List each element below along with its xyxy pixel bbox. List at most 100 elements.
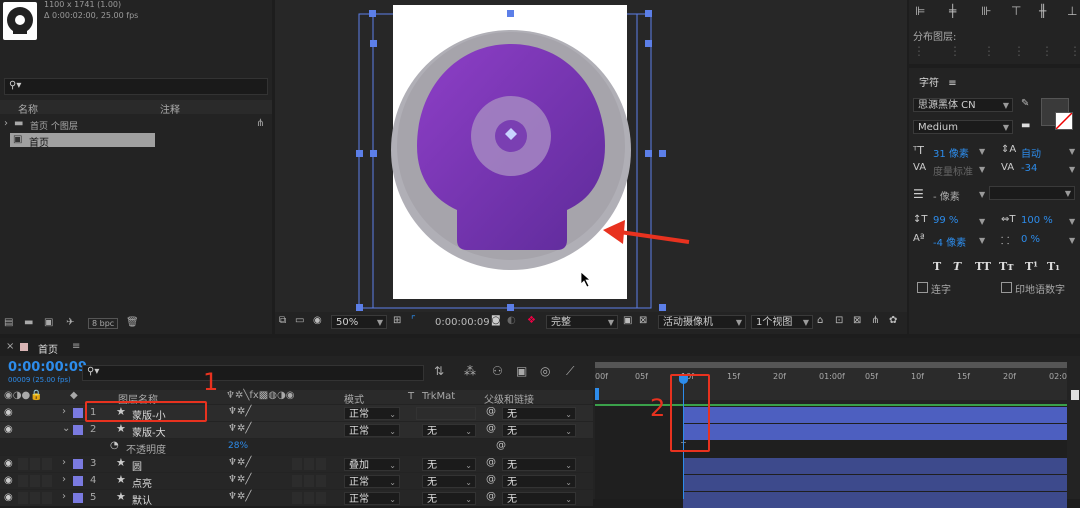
layer-row[interactable]: ◉ › 3 ★ 圆 ♆✲╱ 叠加 ⌄ 无 ⌄ @ 无 ⌄: [0, 456, 593, 473]
settings-icon[interactable]: ✿: [889, 315, 897, 326]
label-color-swatch[interactable]: [73, 425, 83, 435]
layer-duration-bar[interactable]: [683, 458, 1067, 474]
pickwhip-icon[interactable]: @: [486, 406, 496, 417]
channel-icon[interactable]: ❖: [527, 315, 536, 326]
audio-toggle[interactable]: [18, 424, 28, 436]
audio-toggle[interactable]: [18, 407, 28, 419]
timeline-end-icon[interactable]: [1071, 390, 1079, 400]
graph-editor-icon[interactable]: ⟋: [566, 364, 574, 379]
col-name-header[interactable]: 名称: [18, 101, 38, 116]
font-family-select[interactable]: 思源黑体 CN ▼: [913, 98, 1013, 112]
quality-select[interactable]: 完整 ▼: [546, 315, 618, 329]
solo-toggle[interactable]: [30, 458, 40, 470]
blend-mode-select[interactable]: 正常 ⌄: [344, 424, 400, 437]
audio-toggle[interactable]: [18, 475, 28, 487]
audio-toggle[interactable]: [18, 492, 28, 504]
align-top-icon[interactable]: ⊤: [1011, 4, 1021, 18]
horizontal-scale-value[interactable]: 100 %: [1021, 215, 1053, 226]
work-area-bar[interactable]: [595, 362, 1067, 368]
frame-blending-icon[interactable]: ▣: [516, 364, 527, 378]
layer-duration-bar[interactable]: [683, 424, 1067, 440]
hindi-digits-checkbox[interactable]: [1001, 282, 1012, 293]
layer-name[interactable]: 蒙版-大: [132, 424, 166, 439]
draft-3d-icon[interactable]: ⊠: [853, 315, 861, 326]
fast-preview-icon[interactable]: ⊠: [639, 315, 647, 326]
always-preview-icon[interactable]: ⧉: [279, 315, 286, 326]
switch-cell[interactable]: [304, 424, 314, 436]
trkmat-select[interactable]: [416, 407, 476, 420]
layer-name[interactable]: 圆: [132, 458, 142, 473]
new-comp-icon[interactable]: ▣: [44, 317, 53, 328]
lock-toggle[interactable]: [42, 492, 52, 504]
blend-mode-select[interactable]: 叠加 ⌄: [344, 458, 400, 471]
switch-cell[interactable]: [292, 458, 302, 470]
layer-row[interactable]: ◉ › 5 ★ 默认 ♆✲╱ 正常 ⌄ 无 ⌄ @ 无 ⌄: [0, 490, 593, 507]
spiral-icon[interactable]: @: [496, 440, 506, 451]
layer-duration-bar[interactable]: [683, 475, 1067, 491]
menu-icon[interactable]: ≡: [948, 78, 956, 89]
zoom-select[interactable]: 50% ▼: [331, 315, 387, 329]
mask-view-icon[interactable]: ◉: [313, 315, 322, 326]
switch-cell[interactable]: [316, 492, 326, 504]
align-left-icon[interactable]: ⊫: [915, 4, 925, 18]
monitor-icon[interactable]: ▭: [295, 315, 304, 326]
pickwhip-icon[interactable]: @: [486, 474, 496, 485]
work-area-start-icon[interactable]: [595, 388, 599, 400]
layer-name[interactable]: 默认: [132, 492, 152, 507]
lock-toggle[interactable]: [42, 475, 52, 487]
distribute-icon[interactable]: ⋮: [1013, 44, 1025, 58]
project-folder-row[interactable]: › ▬ 首页 个图层: [0, 118, 262, 132]
ligatures-checkbox[interactable]: [917, 282, 928, 293]
transparency-grid-icon[interactable]: ▣: [623, 315, 632, 326]
faux-bold-button[interactable]: T: [933, 260, 941, 273]
project-search-input[interactable]: ⚲▾: [4, 78, 268, 95]
font-style-select[interactable]: Medium ▼: [913, 120, 1013, 134]
align-right-icon[interactable]: ⊪: [981, 4, 991, 18]
chevron-down-icon[interactable]: ▼: [1069, 147, 1075, 156]
layer-duration-bar[interactable]: [683, 492, 1067, 508]
interpret-footage-icon[interactable]: ▤: [4, 317, 13, 328]
timeline-search-input[interactable]: ⚲▾: [82, 365, 424, 381]
close-icon[interactable]: ×: [6, 341, 14, 352]
switch-cell[interactable]: [316, 424, 326, 436]
trkmat-select[interactable]: 无 ⌄: [422, 458, 476, 471]
flowchart-icon[interactable]: ⋔: [871, 315, 879, 326]
chevron-down-icon[interactable]: ▼: [1069, 165, 1075, 174]
chevron-down-icon[interactable]: ▼: [1069, 217, 1075, 226]
distribute-icon[interactable]: ⋮: [949, 44, 961, 58]
opacity-value[interactable]: 28%: [228, 441, 248, 451]
chevron-down-icon[interactable]: ▼: [979, 236, 985, 245]
baseline-shift-value[interactable]: -4 像素: [933, 234, 966, 249]
chevron-right-icon[interactable]: ›: [62, 474, 66, 485]
chevron-right-icon[interactable]: ›: [62, 457, 66, 468]
align-hcenter-icon[interactable]: ╪: [949, 4, 956, 18]
switches-icon[interactable]: ♆✲╱: [228, 491, 251, 502]
pickwhip-icon[interactable]: @: [486, 491, 496, 502]
switch-cell[interactable]: [304, 475, 314, 487]
col-comment-header[interactable]: 注释: [160, 101, 180, 116]
switch-cell[interactable]: [316, 458, 326, 470]
align-bottom-icon[interactable]: ⊥: [1067, 4, 1077, 18]
parent-select[interactable]: 无 ⌄: [502, 458, 576, 471]
eye-icon[interactable]: ◉: [4, 407, 13, 418]
chevron-right-icon[interactable]: ›: [62, 491, 66, 502]
chevron-right-icon[interactable]: ›: [4, 118, 8, 129]
distribute-icon[interactable]: ⋮: [983, 44, 995, 58]
distribute-icon[interactable]: ⋮: [1069, 44, 1080, 58]
parent-select[interactable]: 无 ⌄: [502, 424, 576, 437]
stopwatch-icon[interactable]: ◔: [110, 440, 119, 451]
label-color-swatch[interactable]: [73, 476, 83, 486]
font-size-value[interactable]: 31 像素: [933, 145, 969, 160]
project-comp-row[interactable]: ▣ 首页: [10, 133, 155, 149]
distribute-icon[interactable]: ⋮: [1041, 44, 1053, 58]
render-icon[interactable]: ✈: [66, 317, 74, 328]
parent-select[interactable]: 无 ⌄: [502, 407, 576, 420]
superscript-button[interactable]: T¹: [1025, 260, 1038, 273]
resolution-icon[interactable]: ⊞: [393, 315, 401, 326]
current-time-display[interactable]: 0:00:00:09: [8, 360, 87, 375]
stroke-type-select[interactable]: ▼: [989, 186, 1075, 200]
opacity-property-row[interactable]: ◔ 不透明度 28% @: [0, 439, 593, 456]
switches-icon[interactable]: ♆✲╱: [228, 406, 251, 417]
stroke-color-swatch[interactable]: [1055, 112, 1073, 130]
eye-icon[interactable]: ◉: [4, 458, 13, 469]
